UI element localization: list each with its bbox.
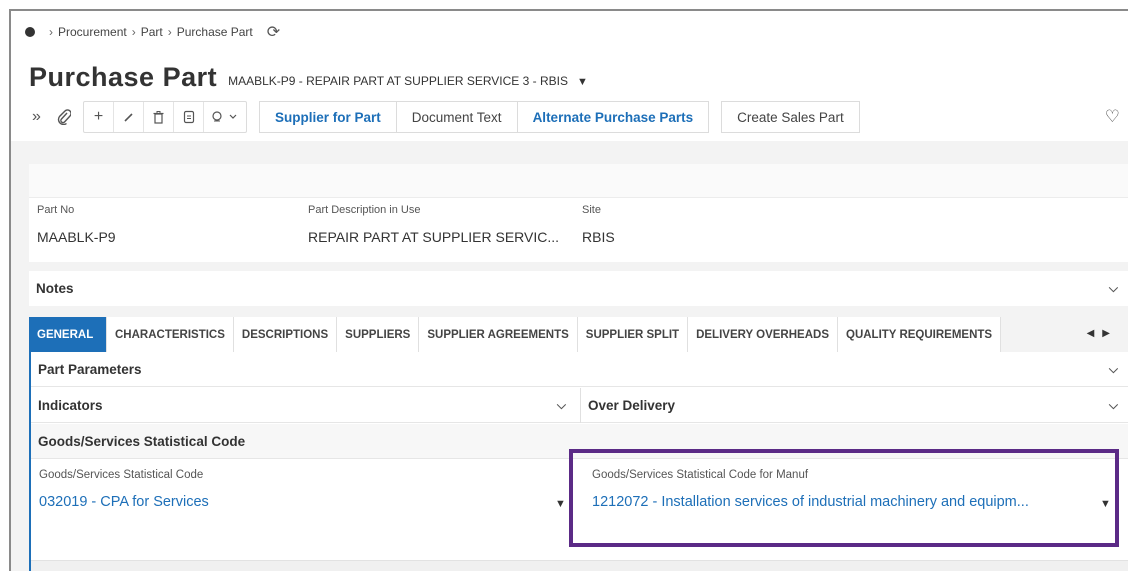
header-fields: Part No MAABLK-P9 Part Description in Us… [29,198,1128,262]
site-value: RBIS [582,229,615,245]
chevron-down-icon[interactable]: ⌵ [1109,362,1118,377]
over-delivery-group[interactable]: Over Delivery ⌵ [581,388,1128,423]
panel-footer [31,560,1128,571]
breadcrumb-item-procurement[interactable]: Procurement [58,25,127,39]
supplier-for-part-button[interactable]: Supplier for Part [259,101,397,133]
caret-down-icon[interactable]: ▼ [577,76,588,88]
favorite-heart-icon[interactable]: ♡ [1105,107,1120,127]
tab-supplier-agreements[interactable]: SUPPLIER AGREEMENTS [419,317,578,352]
part-parameters-group[interactable]: Part Parameters ⌵ [31,352,1128,387]
chevron-right-icon: › [49,25,53,39]
goods-services-group-label: Goods/Services Statistical Code [38,433,246,449]
site-label: Site [582,204,601,216]
workflow-menu-icon[interactable] [204,102,246,132]
expand-navigator-icon[interactable]: » [23,102,50,132]
tab-suppliers[interactable]: SUPPLIERS [337,317,420,352]
delete-icon[interactable] [144,102,174,132]
highlight-box [569,449,1119,547]
breadcrumb-item-purchase-part: Purchase Part [176,25,253,39]
over-delivery-label: Over Delivery [588,397,676,413]
page-header: Purchase Part MAABLK-P9 - REPAIR PART AT… [11,53,1128,93]
part-parameters-label: Part Parameters [38,361,142,377]
document-text-button[interactable]: Document Text [395,101,518,133]
part-no-label: Part No [37,204,75,216]
page-title: Purchase Part [29,62,218,92]
attachment-icon[interactable] [50,102,77,132]
caret-down-icon[interactable]: ▼ [555,498,566,510]
tab-supplier-split[interactable]: SUPPLIER SPLIT [577,317,689,352]
stat-code-label: Goods/Services Statistical Code [39,469,204,481]
tab-quality-requirements[interactable]: QUALITY REQUIREMENTS [838,317,1002,352]
indicators-label: Indicators [38,397,103,413]
tab-characteristics[interactable]: CHARACTERISTICS [107,317,234,352]
chevron-down-icon[interactable]: ⌵ [557,398,566,413]
home-dot-icon[interactable] [25,27,35,37]
chevron-down-icon[interactable]: ⌵ [1109,281,1118,296]
chevron-down-icon[interactable]: ⌵ [1109,398,1118,413]
chevron-right-icon: › [131,25,136,39]
stat-code-select[interactable]: 032019 - CPA for Services [39,494,209,510]
record-selector[interactable]: MAABLK-P9 - REPAIR PART AT SUPPLIER SERV… [228,74,568,88]
part-no-value: MAABLK-P9 [37,229,116,245]
tab-descriptions[interactable]: DESCRIPTIONS [233,317,338,352]
header-card-strip [29,164,1128,198]
chevron-right-icon: › [167,25,172,39]
tab-scroll-arrows-icon[interactable]: ◀▶ [1087,328,1118,339]
add-icon[interactable]: + [84,102,114,132]
tab-general[interactable]: GENERAL [29,317,107,352]
command-toolbar: » + Supplier for Part Document Text Alte… [11,93,1128,141]
notes-group[interactable]: Notes ⌵ [29,271,1128,306]
alternate-purchase-parts-button[interactable]: Alternate Purchase Parts [516,101,710,133]
create-sales-part-button[interactable]: Create Sales Part [721,101,860,133]
record-actions-group: + [83,101,247,133]
refresh-icon[interactable]: ⟳ [267,22,280,42]
tab-bar: GENERAL CHARACTERISTICS DESCRIPTIONS SUP… [29,317,1128,352]
edit-icon[interactable] [114,102,144,132]
duplicate-icon[interactable] [174,102,204,132]
indicators-group[interactable]: Indicators ⌵ [31,388,580,423]
tab-delivery-overheads[interactable]: DELIVERY OVERHEADS [688,317,838,352]
part-description-label: Part Description in Use [308,204,421,216]
part-description-value: REPAIR PART AT SUPPLIER SERVIC... [308,229,560,245]
notes-label: Notes [36,281,74,296]
breadcrumb: › Procurement › Part › Purchase Part ⟳ [11,11,1128,53]
breadcrumb-item-part[interactable]: Part [141,25,163,39]
